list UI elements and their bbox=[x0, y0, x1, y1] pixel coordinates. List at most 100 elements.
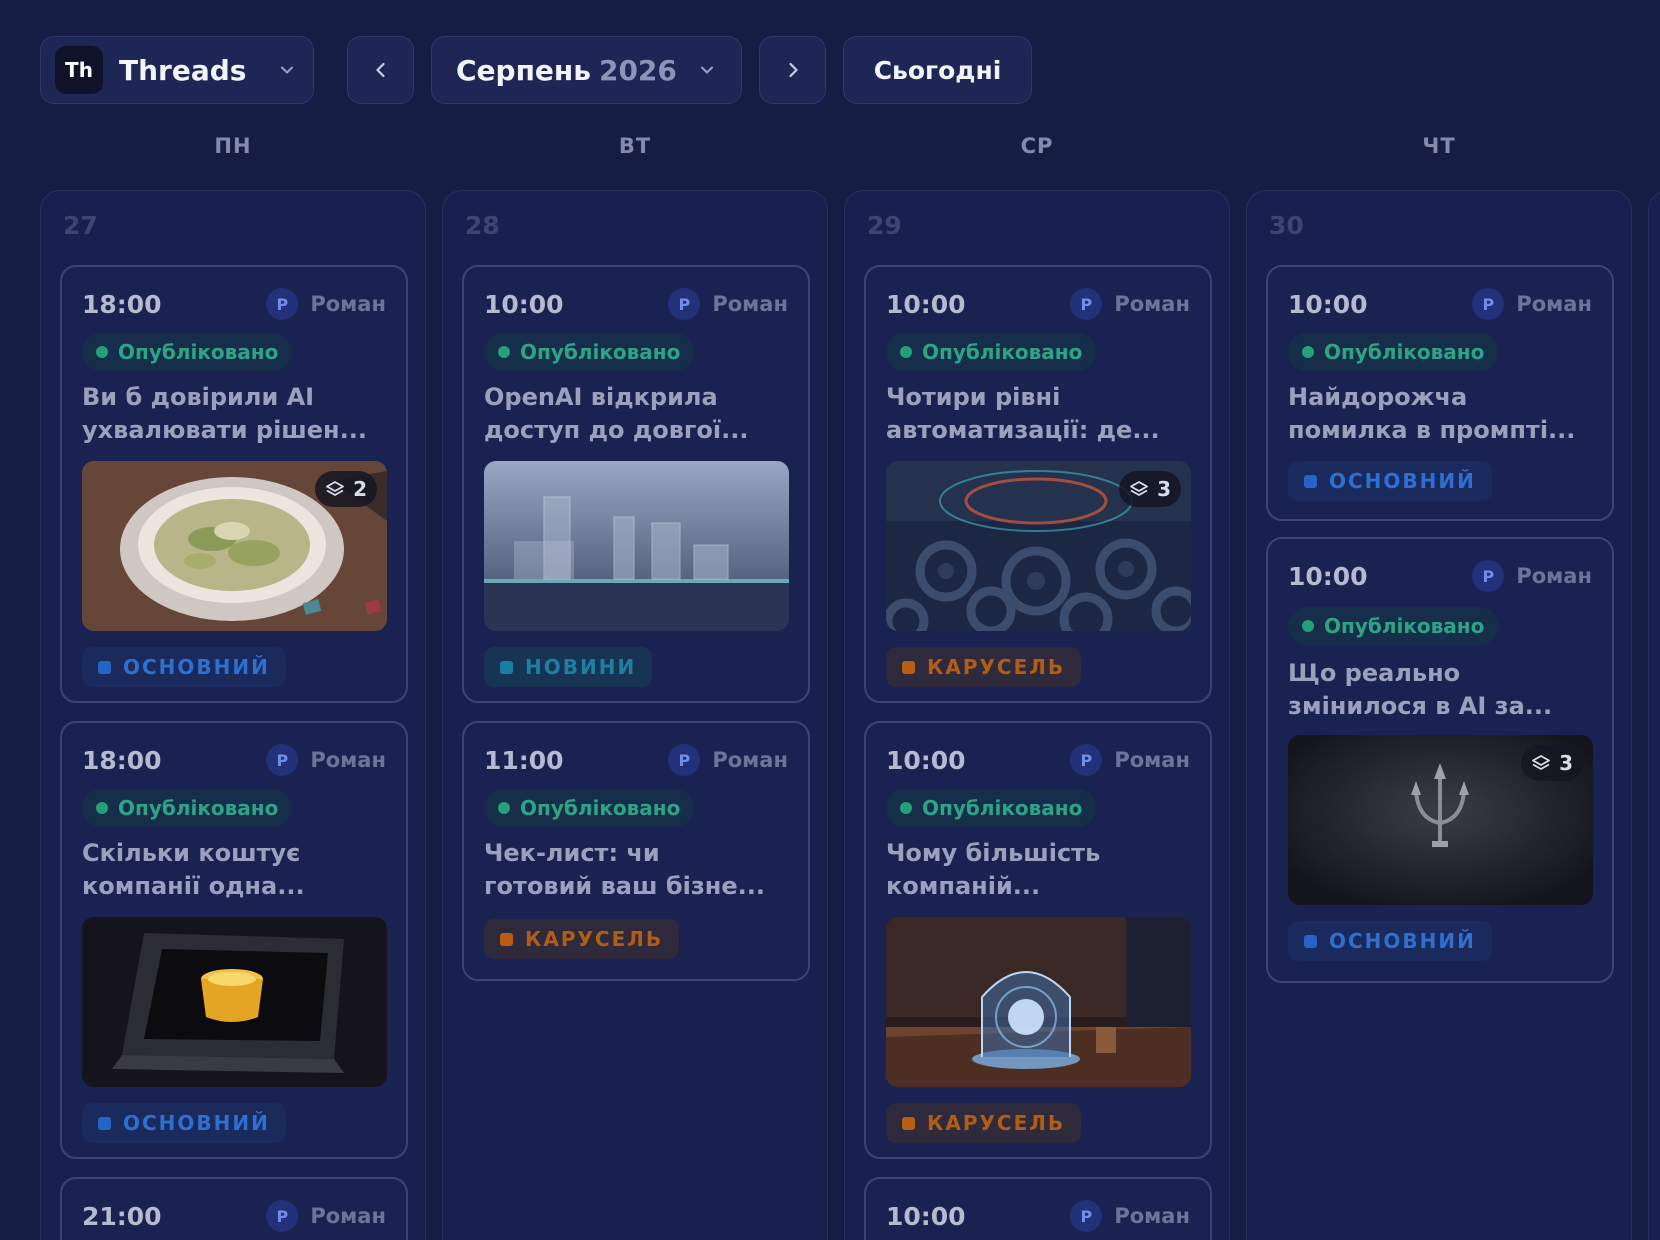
post-card[interactable]: 11:00 Р Роман Опубліковано Чек-лист: чи г… bbox=[462, 721, 810, 981]
category-tag: ОСНОВНИЙ bbox=[82, 647, 286, 687]
day-number: 28 bbox=[465, 211, 500, 240]
author-avatar: Р bbox=[668, 744, 701, 776]
status-badge: Опубліковано bbox=[886, 333, 1097, 371]
slide-count-badge: 3 bbox=[1119, 471, 1181, 507]
post-time: 10:00 bbox=[886, 1201, 966, 1231]
post-author: Р Роман bbox=[1070, 288, 1190, 320]
author-avatar: Р bbox=[1472, 288, 1505, 320]
chevron-down-icon bbox=[281, 66, 293, 74]
category-tag: КАРУСЕЛЬ bbox=[886, 1103, 1082, 1143]
today-button[interactable]: Сьогодні bbox=[843, 36, 1032, 104]
month-picker[interactable]: Серпень 2026 bbox=[431, 36, 742, 104]
chevron-right-icon bbox=[788, 62, 798, 78]
tag-square bbox=[1304, 934, 1317, 948]
status-dot bbox=[1302, 620, 1314, 632]
tag-square bbox=[98, 1116, 111, 1130]
post-thumbnail: 2 bbox=[82, 461, 387, 631]
post-card[interactable]: 21:00 Р Роман bbox=[60, 1177, 408, 1240]
author-avatar: Р bbox=[1070, 744, 1103, 776]
post-time: 10:00 bbox=[484, 289, 564, 319]
day-column-27[interactable]: 27 18:00 Р Роман Опубліковано Ви б довір… bbox=[40, 190, 426, 1240]
post-title: Чек-лист: чи готовий ваш бізне... bbox=[484, 839, 765, 900]
post-author: Р Роман bbox=[1472, 560, 1592, 592]
status-dot bbox=[1302, 346, 1314, 358]
glass-bars-image bbox=[484, 461, 789, 631]
category-tag: НОВИНИ bbox=[484, 647, 653, 687]
status-dot bbox=[498, 802, 510, 814]
status-dot bbox=[900, 346, 912, 358]
post-author: Р Роман bbox=[668, 288, 788, 320]
day-column-29[interactable]: 29 10:00 Р Роман Опубліковано Чотири рів… bbox=[844, 190, 1230, 1240]
account-switcher[interactable]: Th Threads bbox=[40, 36, 314, 104]
post-card[interactable]: 10:00 Р Роман bbox=[864, 1177, 1212, 1240]
chevron-down-icon bbox=[701, 66, 713, 74]
status-badge: Опубліковано bbox=[1288, 333, 1499, 371]
year-label: 2026 bbox=[598, 53, 677, 87]
post-card[interactable]: 18:00 Р Роман Опубліковано Скільки кошту… bbox=[60, 721, 408, 1159]
calendar-app: Th Threads Серпень 2026 Сьогодні ПН ВТ С… bbox=[0, 0, 1660, 1240]
weekday-thu: ЧТ bbox=[1422, 134, 1456, 158]
post-time: 11:00 bbox=[484, 745, 564, 775]
post-author: Р Роман bbox=[1070, 744, 1190, 776]
tag-square bbox=[98, 660, 111, 674]
post-author: Р Роман bbox=[266, 1200, 386, 1232]
author-name: Роман bbox=[1516, 292, 1592, 316]
status-badge: Опубліковано bbox=[886, 789, 1097, 827]
post-card[interactable]: 10:00 Р Роман Опубліковано OpenAI відкри… bbox=[462, 265, 810, 703]
author-name: Роман bbox=[712, 748, 788, 772]
day-column-28[interactable]: 28 10:00 Р Роман Опубліковано OpenAI від… bbox=[442, 190, 828, 1240]
post-title: Ви б довірили AI ухвалювати рішен... bbox=[82, 383, 367, 444]
author-name: Роман bbox=[1114, 292, 1190, 316]
post-title: Скільки коштує компанії одна... bbox=[82, 839, 305, 900]
post-title: Чому більшість компаній... bbox=[886, 839, 1101, 900]
post-title: Найдорожча помилка в промпті... bbox=[1288, 383, 1576, 444]
account-avatar: Th bbox=[55, 46, 103, 94]
post-thumbnail: 3 bbox=[1288, 735, 1593, 905]
category-tag: ОСНОВНИЙ bbox=[82, 1103, 286, 1143]
post-author: Р Роман bbox=[668, 744, 788, 776]
status-badge: Опубліковано bbox=[484, 789, 695, 827]
status-dot bbox=[96, 802, 108, 814]
chevron-left-icon bbox=[375, 62, 385, 78]
post-card[interactable]: 18:00 Р Роман Опубліковано Ви б довірили… bbox=[60, 265, 408, 703]
tag-square bbox=[1304, 474, 1317, 488]
status-dot bbox=[96, 346, 108, 358]
layers-icon bbox=[325, 479, 345, 499]
post-time: 10:00 bbox=[886, 289, 966, 319]
post-time: 10:00 bbox=[886, 745, 966, 775]
post-author: Р Роман bbox=[266, 288, 386, 320]
tag-square bbox=[500, 932, 513, 946]
post-title: Що реально змінилося в AI за... bbox=[1288, 659, 1553, 720]
author-name: Роман bbox=[1114, 1204, 1190, 1228]
author-name: Роман bbox=[1516, 564, 1592, 588]
prev-month-button[interactable] bbox=[347, 36, 414, 104]
category-tag: КАРУСЕЛЬ bbox=[886, 647, 1082, 687]
post-time: 10:00 bbox=[1288, 561, 1368, 591]
post-card[interactable]: 10:00 Р Роман Опубліковано Що реально змі… bbox=[1266, 537, 1614, 983]
post-time: 18:00 bbox=[82, 289, 162, 319]
post-card[interactable]: 10:00 Р Роман Опубліковано Найдорожча пом… bbox=[1266, 265, 1614, 521]
post-thumbnail bbox=[82, 917, 387, 1087]
day-column-next[interactable] bbox=[1648, 190, 1660, 1240]
author-avatar: Р bbox=[1472, 560, 1505, 592]
status-dot bbox=[498, 346, 510, 358]
day-number: 30 bbox=[1269, 211, 1304, 240]
slide-count-badge: 3 bbox=[1521, 745, 1583, 781]
author-avatar: Р bbox=[1070, 1200, 1103, 1232]
post-card[interactable]: 10:00 Р Роман Опубліковано Чотири рівні а… bbox=[864, 265, 1212, 703]
day-column-30[interactable]: 30 10:00 Р Роман Опубліковано Найдорожча… bbox=[1246, 190, 1632, 1240]
author-name: Роман bbox=[310, 1204, 386, 1228]
author-name: Роман bbox=[1114, 748, 1190, 772]
weekday-mon: ПН bbox=[214, 134, 252, 158]
glass-dome-image bbox=[886, 917, 1191, 1087]
weekday-wed: СР bbox=[1020, 134, 1054, 158]
post-card[interactable]: 10:00 Р Роман Опубліковано Чому більшіст… bbox=[864, 721, 1212, 1159]
slide-count-badge: 2 bbox=[315, 471, 377, 507]
layers-icon bbox=[1129, 479, 1149, 499]
author-name: Роман bbox=[310, 292, 386, 316]
post-author: Р Роман bbox=[266, 744, 386, 776]
author-name: Роман bbox=[712, 292, 788, 316]
next-month-button[interactable] bbox=[759, 36, 826, 104]
post-thumbnail: 3 bbox=[886, 461, 1191, 631]
drink-frame-image bbox=[82, 917, 387, 1087]
